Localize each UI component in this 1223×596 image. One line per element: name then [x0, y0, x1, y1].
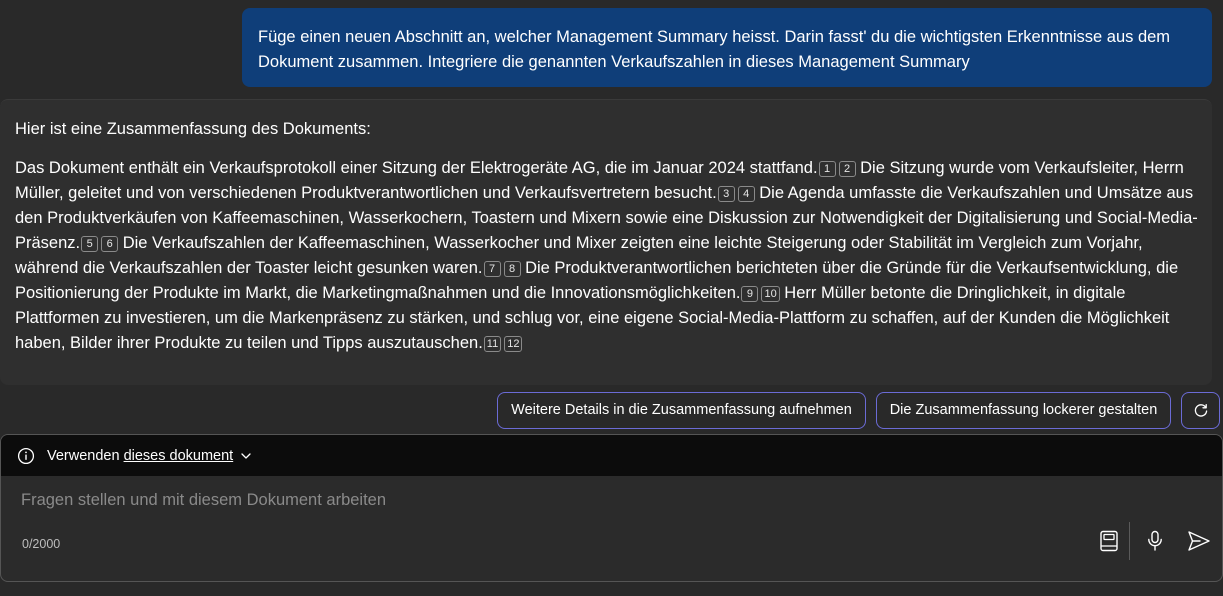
citation-badge[interactable]: 3: [717, 186, 735, 202]
microphone-button[interactable]: [1141, 527, 1169, 555]
context-selector-bar: Verwenden dieses dokument: [1, 435, 1222, 476]
info-icon: [17, 447, 35, 465]
citation-badge[interactable]: 4: [737, 186, 755, 202]
citation-badge[interactable]: 8: [503, 261, 521, 277]
response-segment: Das Dokument enthält ein Verkaufsprotoko…: [15, 159, 818, 177]
character-counter: 0/2000: [22, 537, 61, 551]
citation-badge[interactable]: 9: [741, 286, 759, 302]
send-icon: [1187, 530, 1211, 552]
response-intro: Hier ist eine Zusammenfassung des Dokume…: [15, 120, 371, 138]
send-button[interactable]: [1185, 527, 1213, 555]
suggestion-casual-tone-button[interactable]: Die Zusammenfassung lockerer gestalten: [876, 392, 1171, 429]
prompt-input[interactable]: [21, 487, 1021, 513]
citation-badge[interactable]: 1: [818, 161, 836, 177]
response-body: Das Dokument enthält ein Verkaufsprotoko…: [15, 156, 1205, 356]
notebook-button[interactable]: [1095, 527, 1123, 555]
citation-badge[interactable]: 2: [838, 161, 856, 177]
toolbar-divider: [1129, 522, 1130, 560]
citation-badge[interactable]: 7: [483, 261, 501, 277]
context-prefix: Verwenden: [47, 447, 120, 464]
citation-badge[interactable]: 11: [483, 336, 502, 352]
chevron-down-icon[interactable]: [240, 450, 252, 462]
citation-badge[interactable]: 6: [101, 236, 119, 252]
citation-badge[interactable]: 5: [81, 236, 99, 252]
assistant-response-card: Hier ist eine Zusammenfassung des Dokume…: [0, 99, 1212, 385]
chat-composer: Verwenden dieses dokument 0/2000: [0, 434, 1223, 582]
refresh-suggestions-button[interactable]: [1181, 392, 1220, 429]
context-document-link[interactable]: dieses dokument: [124, 448, 234, 464]
citation-badge[interactable]: 10: [761, 286, 780, 302]
microphone-icon: [1146, 530, 1164, 552]
user-message-bubble: Füge einen neuen Abschnitt an, welcher M…: [242, 8, 1212, 87]
notebook-icon: [1099, 530, 1119, 552]
refresh-icon: [1193, 403, 1209, 419]
suggestion-more-details-button[interactable]: Weitere Details in die Zusammenfassung a…: [497, 392, 866, 429]
citation-badge[interactable]: 12: [504, 336, 523, 352]
